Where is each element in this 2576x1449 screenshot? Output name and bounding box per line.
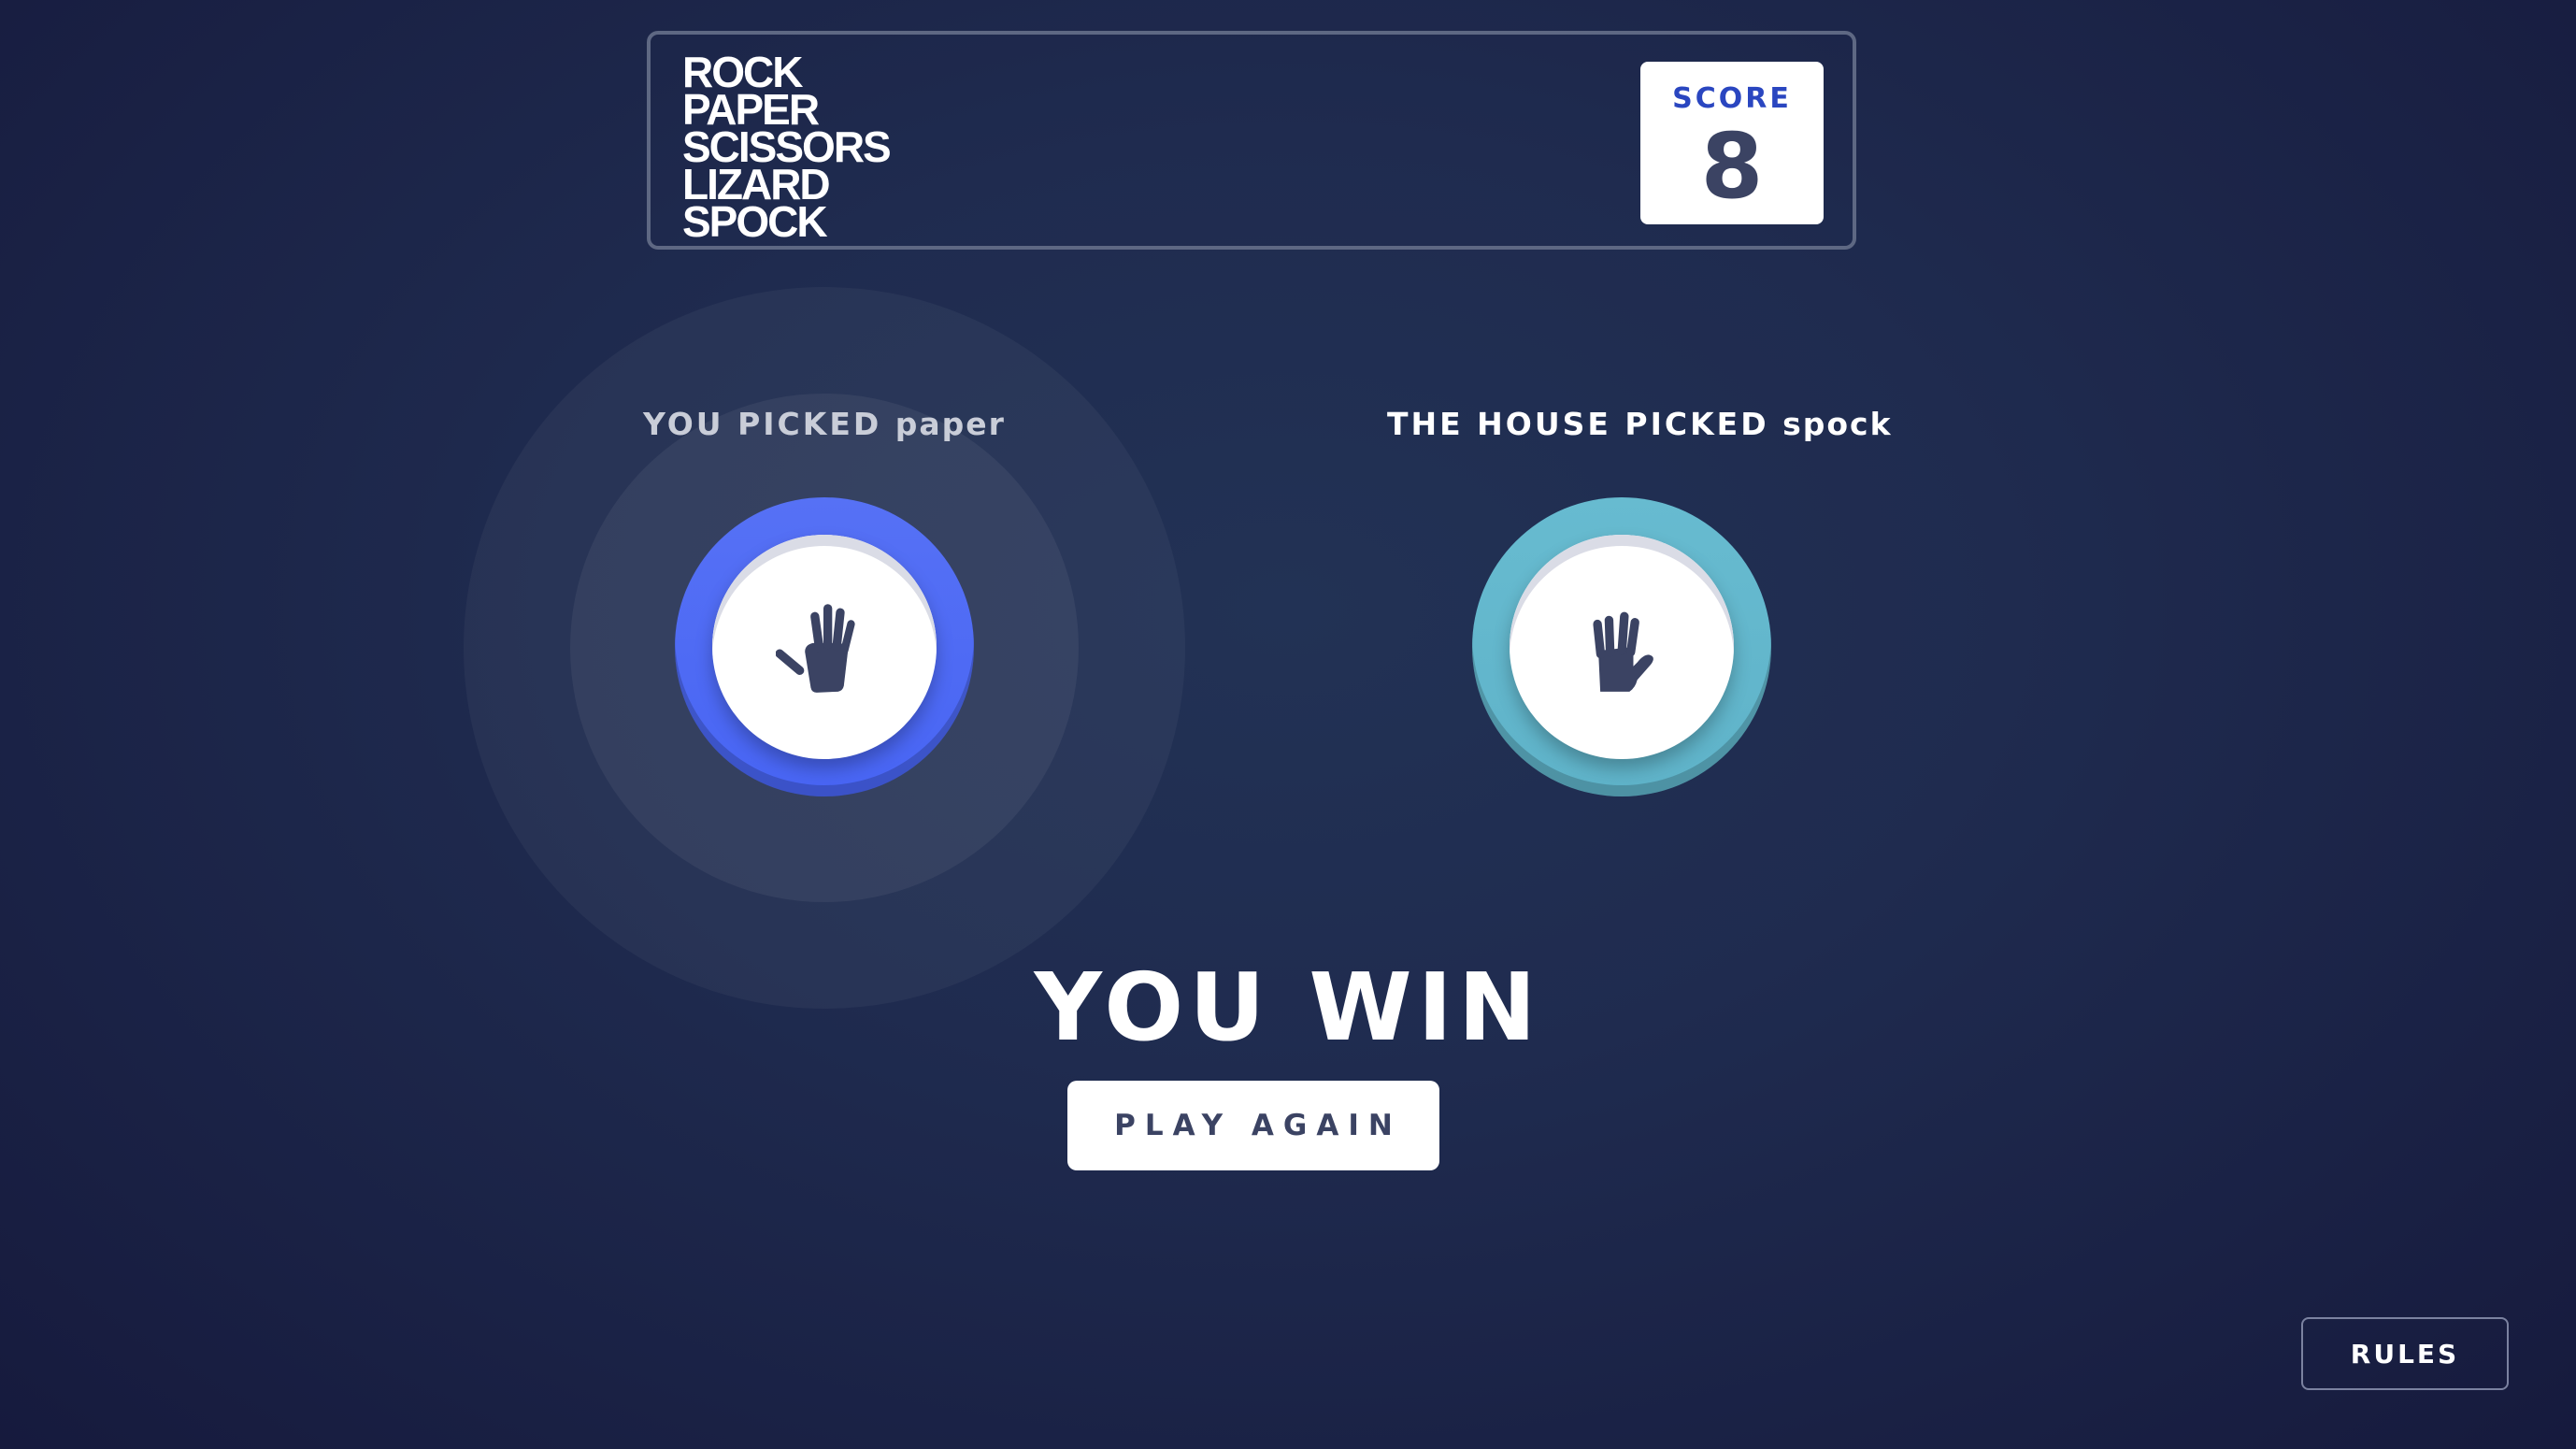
score-value: 8 — [1700, 114, 1764, 219]
house-pick-label: THE HOUSE PICKED spock — [1387, 406, 1891, 442]
rules-button[interactable]: RULES — [2301, 1317, 2509, 1390]
house-spock-token — [1472, 497, 1771, 796]
play-again-button[interactable]: PLAY AGAIN — [1067, 1081, 1439, 1170]
spock-hand-icon — [1593, 611, 1653, 692]
result-text: YOU WIN — [1034, 953, 1542, 1062]
paper-hand-icon — [776, 604, 855, 693]
user-pick-prefix: YOU PICKED — [643, 406, 882, 442]
logo-line-spock: SPOCK — [682, 197, 828, 246]
house-token-face — [1510, 535, 1734, 759]
score-label: SCORE — [1672, 82, 1792, 115]
user-token-face — [712, 535, 937, 759]
user-paper-token — [675, 497, 974, 796]
game-logo: ROCK PAPER SCISSORS LIZARD SPOCK — [682, 50, 892, 246]
house-pick-choice: spock — [1782, 406, 1893, 442]
house-pick-prefix: THE HOUSE PICKED — [1387, 406, 1769, 442]
user-pick-label: YOU PICKED paper — [637, 406, 1011, 442]
score-box: SCORE 8 — [1640, 62, 1824, 224]
game-header: ROCK PAPER SCISSORS LIZARD SPOCK SCORE 8 — [647, 31, 1856, 250]
user-pick-choice: paper — [894, 406, 1006, 442]
